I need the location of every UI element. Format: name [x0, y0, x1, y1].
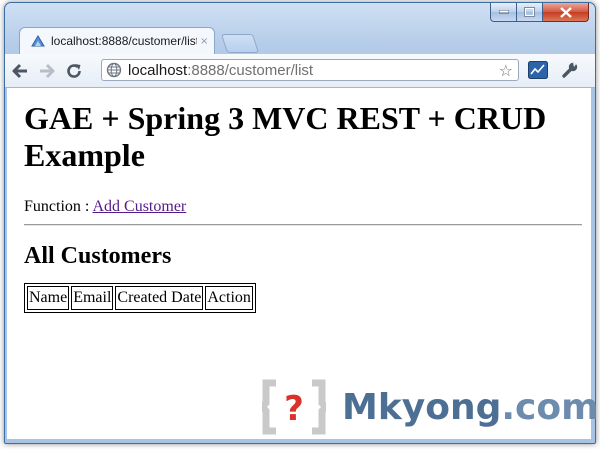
app-engine-favicon-icon [30, 33, 46, 49]
watermark-tld: .com [501, 386, 599, 428]
forward-arrow-icon [40, 63, 55, 78]
horizontal-rule [24, 224, 582, 226]
mkyong-watermark: ? Mkyong.com [262, 379, 599, 435]
back-button[interactable] [8, 59, 32, 83]
mkyong-logo-icon: ? [262, 379, 326, 435]
extension-chart-icon[interactable] [528, 61, 548, 79]
tab-customer-list[interactable]: localhost:8888/customer/list × [19, 27, 215, 54]
page-content: GAE + Spring 3 MVC REST + CRUD Example F… [24, 100, 582, 313]
section-title: All Customers [24, 243, 172, 269]
table-header-row: Name Email Created Date Action [27, 286, 253, 310]
tab-title: localhost:8888/customer/list [51, 34, 197, 48]
address-bar[interactable]: localhost:8888/customer/list ☆ [101, 59, 519, 81]
tab-close-icon[interactable]: × [200, 36, 208, 47]
watermark-text: Mkyong.com [342, 387, 599, 428]
bookmark-star-icon[interactable]: ☆ [499, 61, 513, 80]
reload-button[interactable] [62, 59, 86, 83]
url-text: localhost:8888/customer/list [128, 62, 313, 79]
back-arrow-icon [12, 63, 27, 78]
page-title: GAE + Spring 3 MVC REST + CRUD Example [24, 100, 547, 173]
add-customer-link[interactable]: Add Customer [92, 198, 186, 215]
browser-toolbar: localhost:8888/customer/list ☆ [5, 54, 595, 88]
customers-table: Name Email Created Date Action [24, 283, 256, 313]
globe-icon [106, 62, 122, 78]
column-header-action: Action [205, 286, 253, 310]
svg-text:?: ? [284, 389, 304, 429]
close-icon [559, 6, 572, 18]
reload-icon [67, 63, 81, 78]
url-path: :8888/customer/list [187, 61, 314, 79]
browser-window: localhost:8888/customer/list × localhost… [4, 2, 596, 444]
column-header-email: Email [71, 286, 114, 310]
maximize-button[interactable] [517, 3, 543, 22]
new-tab-button[interactable] [220, 34, 260, 53]
column-header-created-date: Created Date [115, 286, 204, 310]
watermark-brand: Mkyong [342, 386, 502, 428]
function-line: Function : Add Customer [24, 198, 582, 216]
function-label: Function : [24, 198, 90, 215]
column-header-name: Name [27, 286, 70, 310]
maximize-icon [524, 7, 535, 17]
wrench-icon[interactable] [561, 61, 579, 79]
minimize-button[interactable] [490, 3, 517, 22]
close-window-button[interactable] [543, 3, 589, 22]
forward-button[interactable] [35, 59, 59, 83]
minimize-icon [498, 10, 509, 14]
window-controls [490, 3, 589, 24]
tab-strip: localhost:8888/customer/list × [19, 27, 595, 54]
url-host: localhost [128, 61, 188, 79]
